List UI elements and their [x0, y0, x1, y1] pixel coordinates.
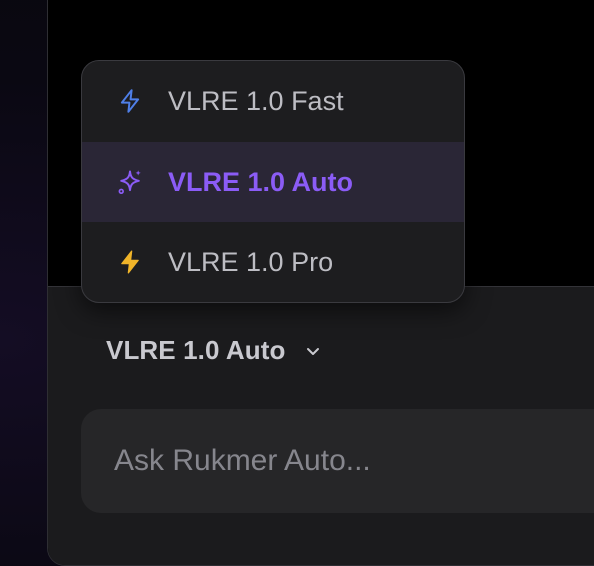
app-stage: VLRE 1.0 Auto VLRE 1.0 Fast — [0, 0, 594, 566]
menu-item-label: VLRE 1.0 Pro — [168, 246, 334, 277]
lightning-filled-icon — [116, 248, 144, 276]
model-selector-button[interactable]: VLRE 1.0 Auto — [106, 335, 321, 366]
model-selector-label: VLRE 1.0 Auto — [106, 335, 286, 365]
sparkles-icon — [116, 168, 144, 196]
menu-item-vlre-fast[interactable]: VLRE 1.0 Fast — [82, 61, 464, 141]
chevron-down-icon — [305, 343, 321, 359]
prompt-field[interactable] — [81, 409, 594, 513]
menu-item-vlre-pro[interactable]: VLRE 1.0 Pro — [82, 222, 464, 302]
composer: VLRE 1.0 Auto — [48, 286, 594, 565]
menu-item-vlre-auto[interactable]: VLRE 1.0 Auto — [82, 142, 464, 222]
prompt-input[interactable] — [114, 444, 594, 478]
lightning-outline-icon — [116, 87, 144, 115]
model-dropdown-menu: VLRE 1.0 Fast VLRE 1.0 Auto VLRE 1.0 Pro — [81, 60, 465, 303]
menu-item-label: VLRE 1.0 Fast — [168, 85, 344, 116]
menu-item-label: VLRE 1.0 Auto — [168, 166, 354, 197]
